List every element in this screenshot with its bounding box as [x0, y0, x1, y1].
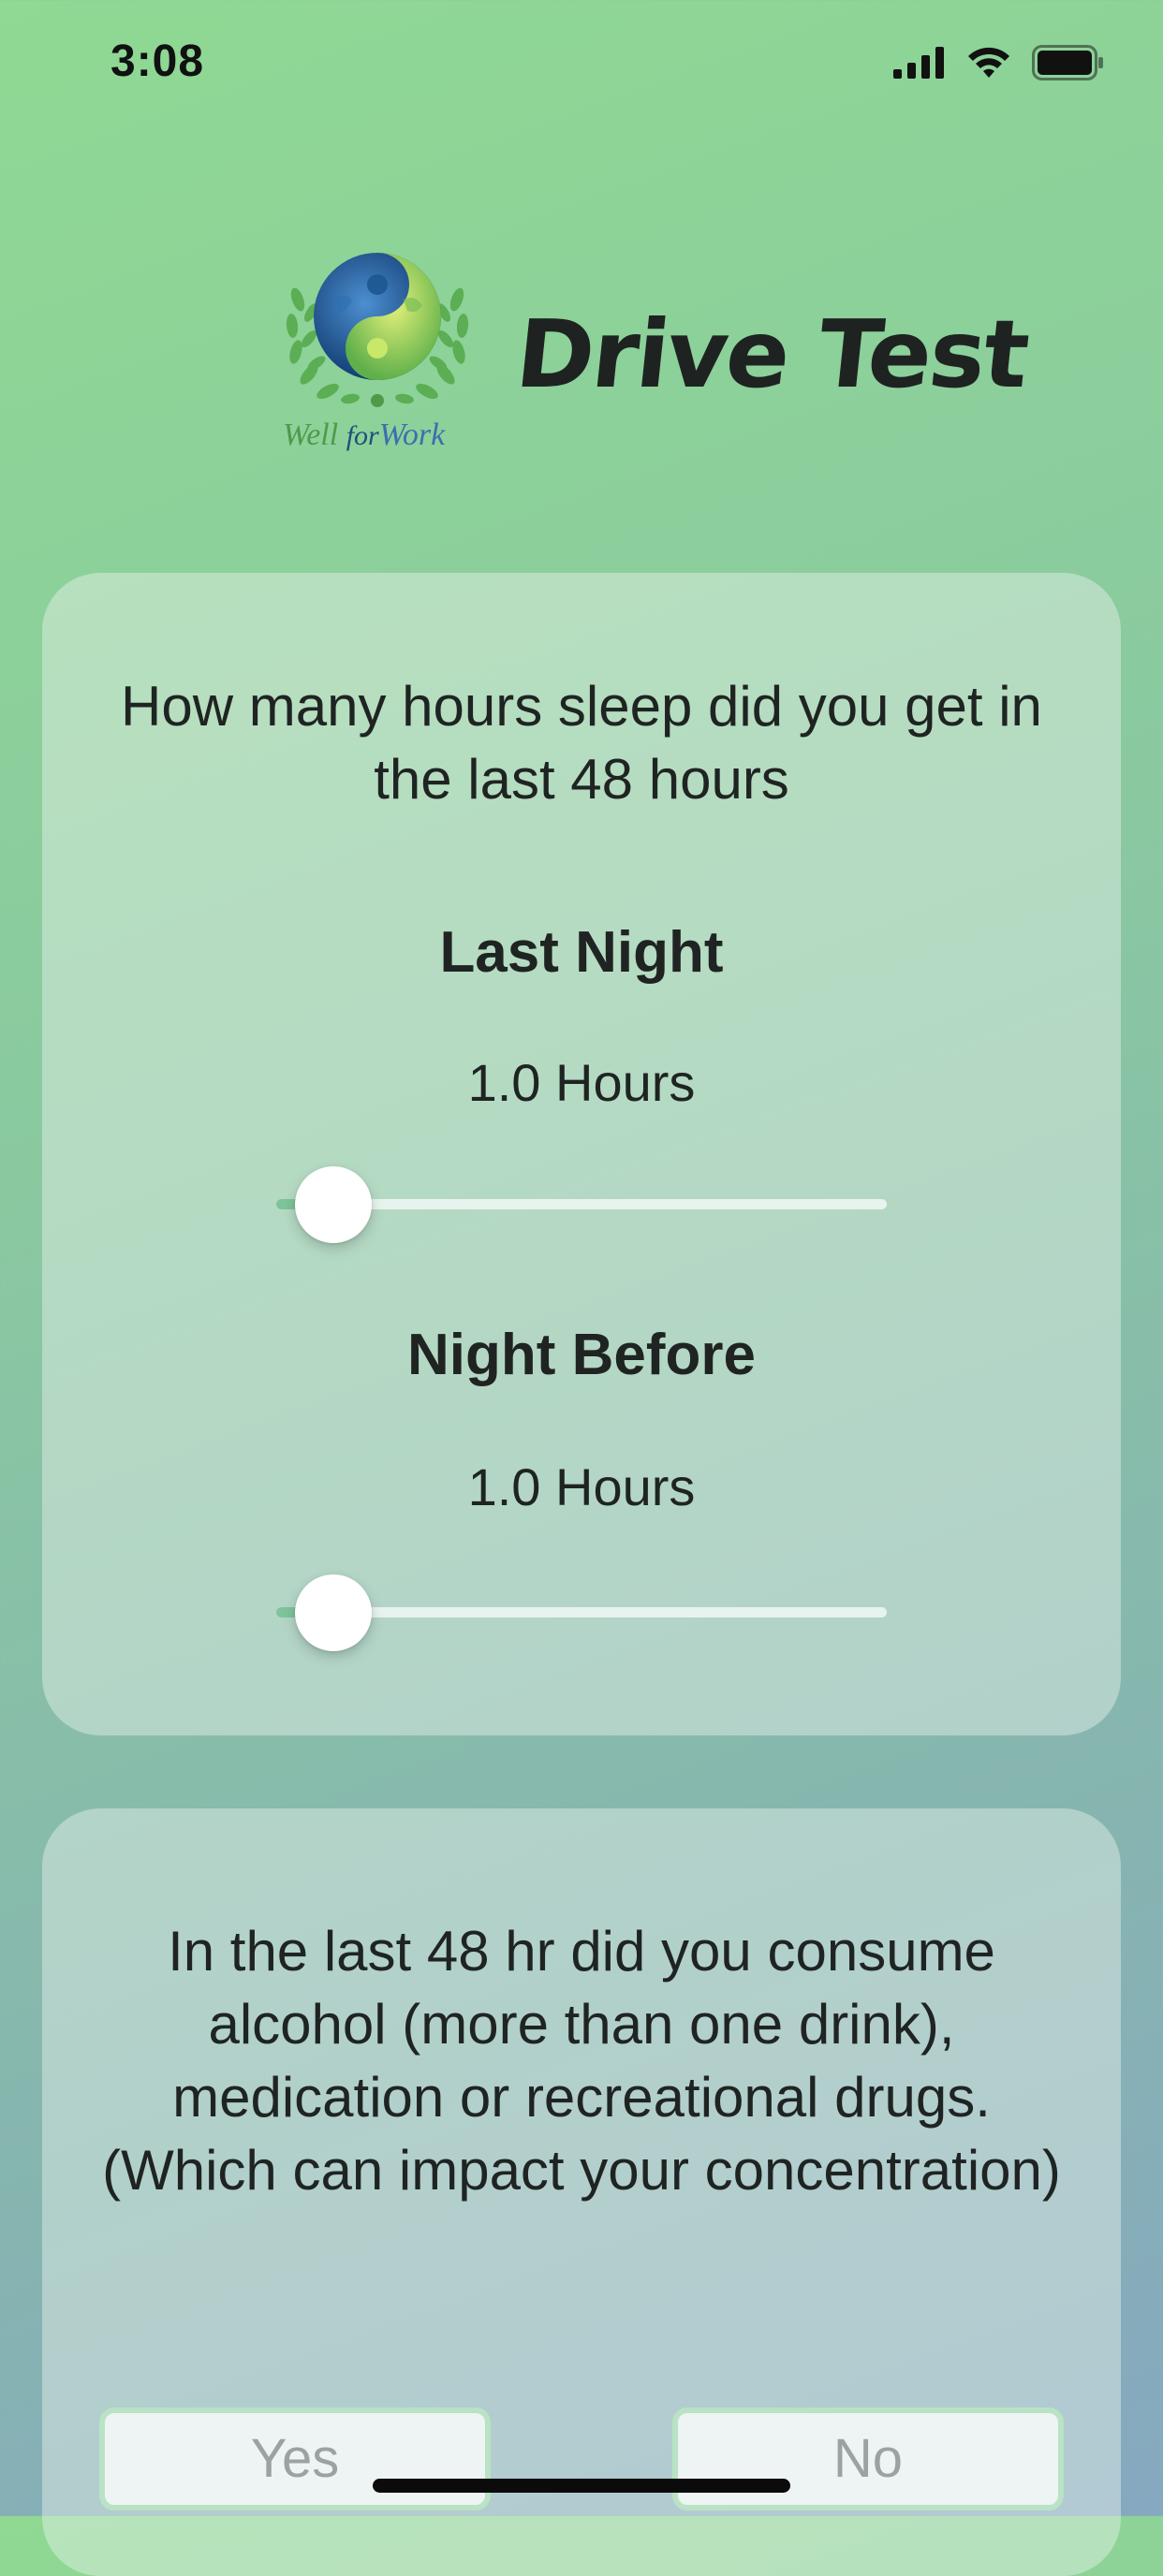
yin-yang-globe-icon [286, 253, 469, 407]
no-button[interactable]: No [672, 2408, 1064, 2510]
sleep-question-card: How many hours sleep did you get in the … [42, 573, 1121, 1735]
slider-thumb[interactable] [295, 1166, 372, 1243]
night-before-slider[interactable] [276, 1574, 887, 1651]
last-night-label: Last Night [439, 920, 724, 985]
well-for-work-logo: Well forWork [277, 243, 478, 468]
last-night-value: 1.0 Hours [467, 1053, 696, 1112]
page-title: Drive Test [510, 300, 1033, 409]
logo-wordmark: Well forWork [283, 417, 446, 452]
last-night-slider[interactable] [276, 1166, 887, 1243]
night-before-value: 1.0 Hours [467, 1457, 696, 1516]
home-indicator[interactable] [373, 2479, 790, 2493]
app-header: Well forWork Drive Test [0, 243, 1163, 468]
status-icons [893, 45, 1105, 85]
status-time: 3:08 [110, 37, 205, 86]
wifi-icon [966, 46, 1011, 84]
sleep-question-text: How many hours sleep did you get in the … [121, 675, 1042, 811]
yes-button[interactable]: Yes [99, 2408, 491, 2510]
slider-thumb[interactable] [295, 1574, 372, 1651]
night-before-label: Night Before [407, 1323, 756, 1387]
status-bar: 3:08 [0, 0, 1163, 126]
cellular-signal-icon [893, 47, 946, 83]
battery-icon [1032, 45, 1105, 85]
substance-question-text: In the last 48 hr did you consume alcoho… [102, 1920, 1061, 2202]
